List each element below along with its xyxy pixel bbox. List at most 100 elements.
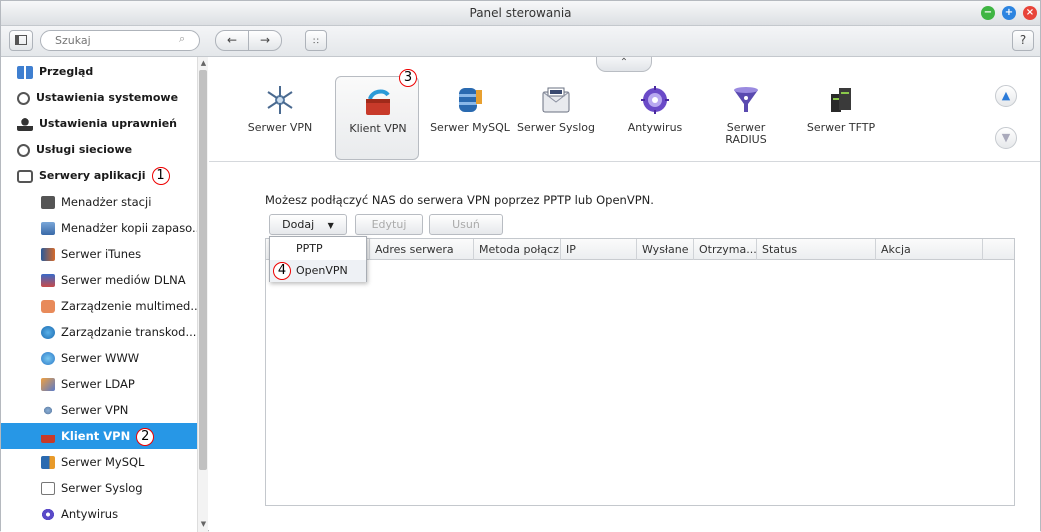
annotation-badge: 4 bbox=[273, 262, 291, 280]
sidebar-item-vpn-client[interactable]: Klient VPN 2 bbox=[1, 423, 197, 449]
vpn-connections-table: Adres serwera Metoda połącz... IP Wysłan… bbox=[265, 238, 1015, 506]
sidebar-item-syslog-server[interactable]: Serwer Syslog bbox=[1, 475, 197, 501]
sidebar-item-mysql-server[interactable]: Serwer MySQL bbox=[1, 449, 197, 475]
network-services-icon bbox=[17, 143, 30, 157]
sidebar-item-transcode-management[interactable]: Zarządzanie transkod... bbox=[1, 319, 197, 345]
app-antivirus[interactable]: Antywirus bbox=[613, 76, 697, 160]
chevron-down-icon: ▼ bbox=[1001, 131, 1011, 144]
syslog-icon bbox=[542, 87, 570, 113]
toolbar: ⌕ ← → ∷ ? bbox=[1, 26, 1040, 57]
mysql-icon bbox=[41, 456, 55, 469]
sidebar-item-ldap-server[interactable]: Serwer LDAP bbox=[1, 371, 197, 397]
sidebar-item-web-server[interactable]: Serwer WWW bbox=[1, 345, 197, 371]
column-header[interactable]: IP bbox=[561, 239, 637, 260]
sidebar-item-overview[interactable]: Przegląd bbox=[1, 59, 197, 85]
antivirus-icon bbox=[641, 86, 669, 114]
scroll-down-arrow-icon[interactable]: ▼ bbox=[199, 519, 208, 529]
vpn-client-icon bbox=[41, 430, 55, 443]
menu-item-openvpn[interactable]: 4 OpenVPN bbox=[270, 260, 366, 282]
sidebar-item-dlna-server[interactable]: Serwer mediów DLNA bbox=[1, 267, 197, 293]
apps-grid-button[interactable]: ∷ bbox=[305, 30, 327, 51]
sidebar-toggle-button[interactable] bbox=[9, 30, 33, 51]
annotation-badge: 2 bbox=[136, 427, 155, 446]
annotation-badge: 3 bbox=[399, 69, 417, 87]
multimedia-management-icon bbox=[41, 300, 55, 313]
app-mysql-server[interactable]: Serwer MySQL bbox=[428, 76, 512, 160]
tftp-icon bbox=[831, 88, 851, 112]
transcode-management-icon bbox=[41, 326, 55, 339]
add-dropdown-menu: PPTP 4 OpenVPN bbox=[269, 236, 367, 282]
back-button[interactable]: ← bbox=[215, 30, 249, 51]
app-vpn-client[interactable]: Klient VPN 3 bbox=[335, 69, 419, 160]
vpn-client-icon bbox=[366, 89, 390, 115]
app-radius-server[interactable]: Serwer RADIUS bbox=[704, 76, 788, 160]
app-vpn-server[interactable]: Serwer VPN bbox=[238, 76, 322, 160]
search-icon[interactable]: ⌕ bbox=[179, 32, 185, 46]
chevron-down-icon: ▼ bbox=[327, 221, 334, 230]
gear-icon bbox=[17, 91, 30, 105]
dlna-server-icon bbox=[41, 274, 55, 287]
column-header[interactable]: Akcja bbox=[876, 239, 983, 260]
sidebar-item-privilege-settings[interactable]: Ustawienia uprawnień bbox=[1, 111, 197, 137]
sidebar-item-vpn-server[interactable]: Serwer VPN bbox=[1, 397, 197, 423]
vpn-server-icon bbox=[267, 86, 293, 114]
scroll-up-arrow-icon[interactable]: ▲ bbox=[199, 58, 208, 68]
sidebar-toggle-icon bbox=[15, 35, 27, 45]
window-title: Panel sterowania bbox=[469, 6, 572, 20]
column-header[interactable]: Otrzyma... bbox=[694, 239, 757, 260]
user-icon bbox=[17, 117, 33, 131]
scroll-down-button[interactable]: ▼ bbox=[995, 127, 1017, 149]
menu-item-pptp[interactable]: PPTP bbox=[270, 238, 366, 260]
vpn-server-icon bbox=[41, 404, 55, 417]
backup-manager-icon bbox=[41, 222, 55, 235]
edit-button[interactable]: Edytuj bbox=[355, 214, 423, 235]
itunes-server-icon bbox=[41, 248, 55, 261]
info-text: Możesz podłączyć NAS do serwera VPN popr… bbox=[265, 193, 654, 207]
application-servers-icon bbox=[17, 169, 33, 183]
main-content: ⌃ Serwer VPN Klient VPN 3 Serwer MySQL S… bbox=[209, 57, 1040, 532]
web-server-icon bbox=[41, 352, 55, 365]
chevron-up-icon: ⌃ bbox=[619, 57, 629, 68]
sidebar-item-antivirus[interactable]: Antywirus bbox=[1, 501, 197, 527]
maximize-icon[interactable]: + bbox=[1002, 6, 1016, 20]
station-manager-icon bbox=[41, 196, 55, 209]
column-header[interactable]: Adres serwera bbox=[370, 239, 474, 260]
title-bar: Panel sterowania − + × bbox=[1, 1, 1040, 26]
search-input[interactable] bbox=[40, 30, 200, 51]
antivirus-icon bbox=[41, 508, 55, 521]
app-icon-bar: ⌃ Serwer VPN Klient VPN 3 Serwer MySQL S… bbox=[209, 57, 1040, 162]
forward-arrow-icon: → bbox=[259, 33, 271, 47]
forward-button[interactable]: → bbox=[248, 30, 282, 51]
sidebar-item-application-servers[interactable]: Serwery aplikacji 1 bbox=[1, 163, 197, 189]
column-header[interactable]: Metoda połącz... bbox=[474, 239, 561, 260]
mysql-icon bbox=[459, 88, 482, 112]
add-dropdown-button[interactable]: Dodaj ▼ bbox=[269, 214, 347, 235]
ldap-server-icon bbox=[41, 378, 55, 391]
table-header: Adres serwera Metoda połącz... IP Wysłan… bbox=[266, 239, 1014, 260]
help-button[interactable]: ? bbox=[1012, 30, 1034, 51]
syslog-icon bbox=[41, 482, 55, 495]
radius-icon bbox=[734, 87, 758, 112]
collapse-icon-bar-button[interactable]: ⌃ bbox=[596, 57, 652, 72]
grid-icon: ∷ bbox=[313, 37, 319, 47]
sidebar-scrollbar[interactable]: ▲ ▼ bbox=[197, 57, 208, 532]
scrollbar-thumb[interactable] bbox=[199, 70, 207, 470]
sidebar-item-backup-manager[interactable]: Menadżer kopii zapaso... bbox=[1, 215, 197, 241]
sidebar-item-itunes-server[interactable]: Serwer iTunes bbox=[1, 241, 197, 267]
sidebar-item-system-settings[interactable]: Ustawienia systemowe bbox=[1, 85, 197, 111]
scroll-up-button[interactable]: ▲ bbox=[995, 85, 1017, 107]
overview-icon bbox=[17, 65, 33, 79]
annotation-badge: 1 bbox=[151, 167, 170, 185]
sidebar-item-network-services[interactable]: Usługi sieciowe bbox=[1, 137, 197, 163]
close-icon[interactable]: × bbox=[1023, 6, 1037, 20]
sidebar-item-station-manager[interactable]: Menadżer stacji bbox=[1, 189, 197, 215]
app-syslog-server[interactable]: Serwer Syslog bbox=[514, 76, 598, 160]
minimize-icon[interactable]: − bbox=[981, 6, 995, 20]
delete-button[interactable]: Usuń bbox=[429, 214, 503, 235]
sidebar-item-multimedia-management[interactable]: Zarządzenie multimed... bbox=[1, 293, 197, 319]
control-panel-window: Panel sterowania − + × ⌕ ← → ∷ ? Przeglą… bbox=[0, 0, 1041, 532]
chevron-up-icon: ▲ bbox=[1001, 89, 1011, 102]
column-header[interactable]: Status bbox=[757, 239, 876, 260]
app-tftp-server[interactable]: Serwer TFTP bbox=[799, 76, 883, 160]
column-header[interactable]: Wysłane bbox=[637, 239, 694, 260]
